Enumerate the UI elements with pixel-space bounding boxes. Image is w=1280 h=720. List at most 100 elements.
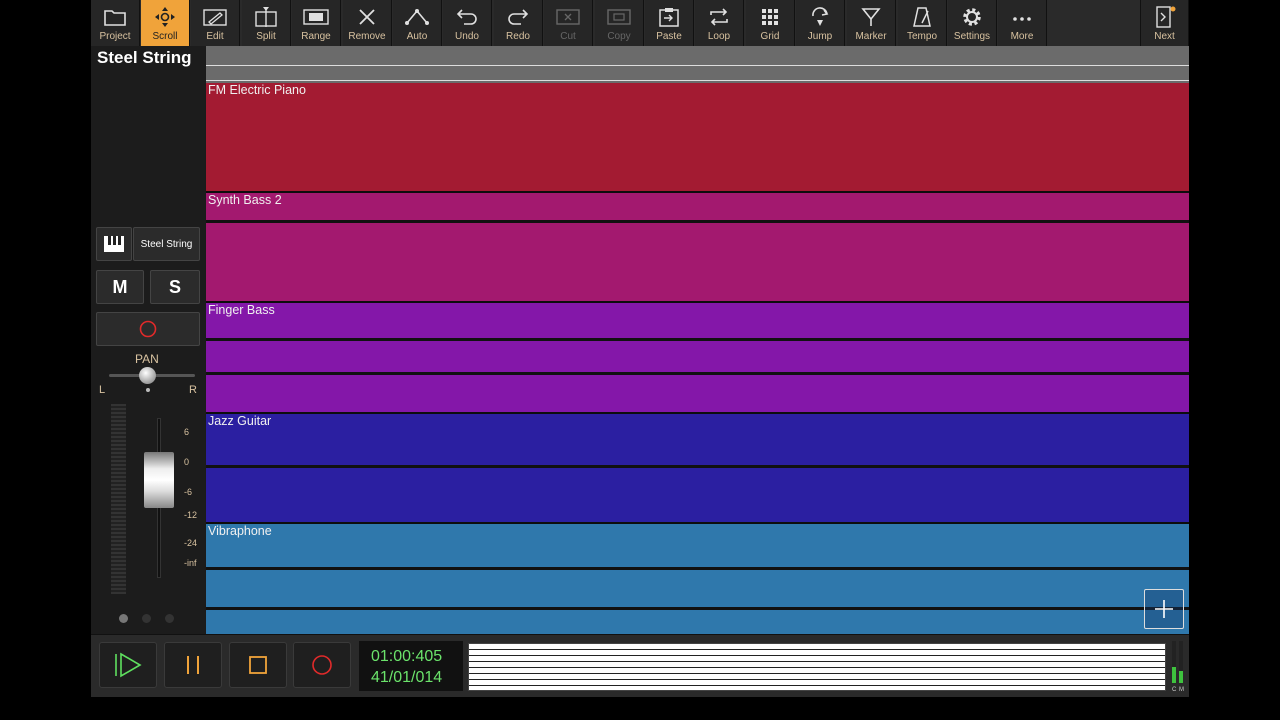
- pan-label: PAN: [135, 352, 159, 366]
- volume-fader-handle[interactable]: [144, 452, 174, 508]
- time-display[interactable]: 01:00:405 41/01/014: [359, 641, 463, 691]
- cut-button[interactable]: Cut: [544, 0, 593, 46]
- auto-label: Auto: [406, 31, 428, 42]
- ruler-line: [206, 80, 1189, 81]
- jump-button[interactable]: Jump: [796, 0, 845, 46]
- project-label: Project: [99, 31, 131, 42]
- marker-icon: [861, 8, 881, 26]
- undo-button[interactable]: Undo: [443, 0, 492, 46]
- project-button[interactable]: Project: [91, 0, 140, 46]
- toolbar: Project Scroll Edit Split Range Remove A…: [91, 0, 1189, 46]
- metronome-icon: [913, 7, 931, 27]
- split-button[interactable]: Split: [242, 0, 291, 46]
- solo-button[interactable]: S: [150, 270, 200, 304]
- undo-icon: [456, 9, 477, 25]
- copy-button[interactable]: Copy: [595, 0, 644, 46]
- db-label: -12: [184, 510, 198, 520]
- track-name: Vibraphone: [208, 524, 272, 538]
- keyboard-icon: [104, 236, 124, 252]
- track-synth-bass-2[interactable]: Synth Bass 2: [206, 193, 1189, 301]
- record-arm-button[interactable]: [96, 312, 200, 346]
- pause-button[interactable]: [164, 642, 222, 688]
- track-region[interactable]: [206, 414, 1189, 522]
- track-fm-electric-piano[interactable]: FM Electric Piano: [206, 83, 1189, 191]
- marker-label: Marker: [855, 31, 887, 42]
- track-finger-bass[interactable]: Finger Bass: [206, 303, 1189, 412]
- db-label: 6: [184, 427, 190, 437]
- next-icon: [1155, 6, 1175, 28]
- jump-icon: [812, 7, 829, 26]
- track-region[interactable]: [206, 524, 1189, 634]
- pencil-icon: [203, 9, 227, 26]
- auto-button[interactable]: Auto: [393, 0, 442, 46]
- track-area[interactable]: FM Electric Piano Synth Bass 2 Finger Ba…: [206, 46, 1189, 634]
- next-button[interactable]: Next: [1140, 0, 1189, 46]
- range-label: Range: [301, 31, 331, 42]
- paste-icon: [659, 8, 679, 27]
- grid-button[interactable]: Grid: [746, 0, 795, 46]
- split-label: Split: [256, 31, 276, 42]
- track-vibraphone[interactable]: Vibraphone: [206, 524, 1189, 634]
- timeline-ruler[interactable]: [206, 46, 1189, 83]
- page-dot-active[interactable]: [119, 614, 128, 623]
- track-jazz-guitar[interactable]: Jazz Guitar: [206, 414, 1189, 522]
- page-dot[interactable]: [142, 614, 151, 623]
- range-button[interactable]: Range: [292, 0, 341, 46]
- record-icon: [139, 320, 157, 338]
- scroll-move-icon: [155, 7, 175, 27]
- edit-button[interactable]: Edit: [191, 0, 240, 46]
- pause-icon: [187, 656, 199, 674]
- add-track-button[interactable]: [1144, 589, 1184, 629]
- lane-separator: [206, 567, 1189, 570]
- loop-button[interactable]: Loop: [695, 0, 744, 46]
- automation-icon: [405, 9, 429, 25]
- overview-line: [469, 673, 1165, 674]
- page-dot[interactable]: [165, 614, 174, 623]
- time-clock: 01:00:405: [371, 648, 443, 665]
- more-button[interactable]: More: [998, 0, 1047, 46]
- track-inspector: Steel String Steel String M S PAN L R 6 …: [91, 46, 205, 634]
- track-region[interactable]: [206, 83, 1189, 191]
- overview-line: [469, 661, 1165, 662]
- settings-label: Settings: [953, 31, 991, 42]
- overview-line: [469, 679, 1165, 680]
- undo-label: Undo: [455, 31, 479, 42]
- redo-label: Redo: [506, 31, 530, 42]
- grid-label: Grid: [760, 31, 780, 42]
- track-region[interactable]: [206, 303, 1189, 412]
- play-icon: [115, 652, 142, 678]
- marker-button[interactable]: Marker: [847, 0, 896, 46]
- stop-button[interactable]: [229, 642, 287, 688]
- more-icon: [1013, 17, 1031, 21]
- cut-icon: [556, 9, 580, 25]
- scroll-button[interactable]: Scroll: [141, 0, 190, 46]
- redo-button[interactable]: Redo: [494, 0, 543, 46]
- ruler-line: [206, 65, 1189, 66]
- svg-text:M: M: [1179, 687, 1184, 691]
- track-region[interactable]: [206, 193, 1189, 301]
- pan-knob[interactable]: [139, 367, 156, 384]
- record-button[interactable]: [293, 642, 351, 688]
- svg-text:C: C: [1172, 687, 1177, 691]
- mute-button[interactable]: M: [96, 270, 144, 304]
- lane-separator: [206, 338, 1189, 341]
- daw-app: Project Scroll Edit Split Range Remove A…: [91, 0, 1189, 697]
- paste-button[interactable]: Paste: [645, 0, 694, 46]
- grid-icon: [762, 9, 778, 25]
- play-button[interactable]: [99, 642, 157, 688]
- copy-icon: [607, 9, 631, 25]
- song-overview[interactable]: [468, 643, 1166, 691]
- remove-button[interactable]: Remove: [343, 0, 392, 46]
- settings-button[interactable]: Settings: [948, 0, 997, 46]
- instrument-name-button[interactable]: Steel String: [133, 227, 200, 261]
- gear-icon: [963, 8, 981, 26]
- track-name: Jazz Guitar: [208, 414, 272, 428]
- split-icon: [255, 7, 277, 27]
- tempo-label: Tempo: [906, 31, 937, 42]
- master-meter: C M: [1172, 641, 1184, 691]
- scroll-label: Scroll: [152, 31, 178, 42]
- tempo-button[interactable]: Tempo: [898, 0, 947, 46]
- track-name: Synth Bass 2: [208, 193, 282, 207]
- instrument-button[interactable]: [96, 227, 132, 261]
- db-label: -6: [184, 487, 193, 497]
